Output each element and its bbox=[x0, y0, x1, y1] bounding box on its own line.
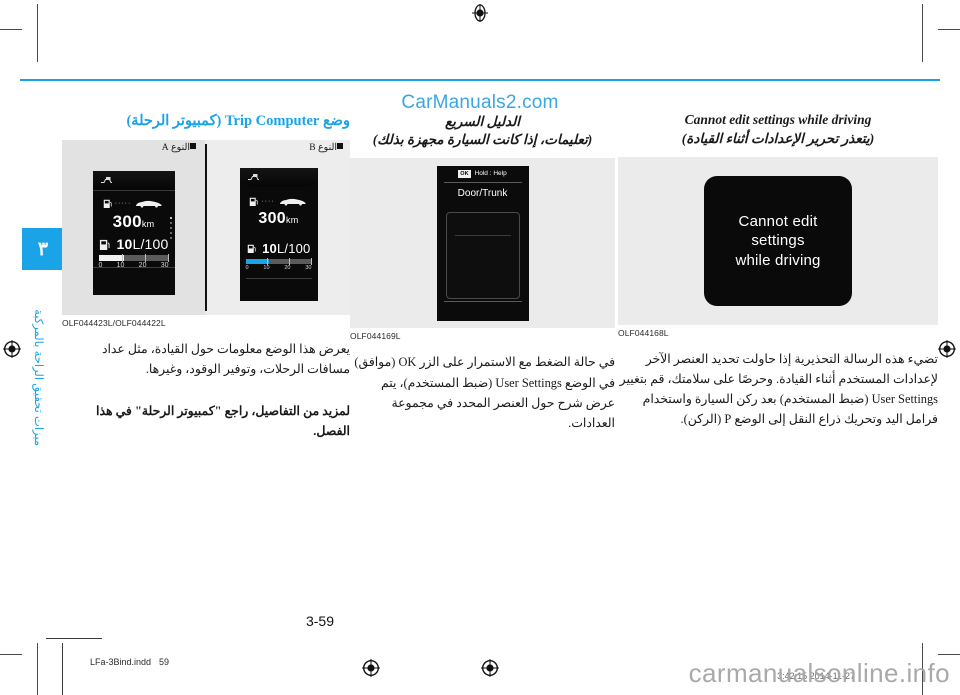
cluster-screen-cannot-edit: Cannot edit settings while driving bbox=[704, 176, 852, 307]
type-a-label: النوع A bbox=[161, 142, 190, 153]
trip-computer-icon bbox=[247, 173, 259, 180]
chapter-label: ميزات تحقيق الراحة بالمركبة bbox=[32, 309, 44, 446]
screen-topbar bbox=[239, 167, 318, 187]
cluster-screen-type-b: ···· 300km 10L/100 0 10 20 30 bbox=[239, 167, 318, 301]
screen-divider bbox=[245, 277, 312, 279]
figure-door-trunk: OK Hold : Help Door/Trunk bbox=[350, 158, 615, 329]
cannot-edit-line-2: settings bbox=[751, 232, 805, 250]
section-heading-trip-computer: وضع Trip Computer (كمبيوتر الرحلة) bbox=[126, 113, 350, 129]
crop-mark-left-edge bbox=[0, 29, 22, 30]
gauge-tick bbox=[289, 257, 291, 265]
column-quick-guide: الدليل السريع (تعليمات، إذا كانت السيارة… bbox=[350, 112, 615, 433]
consumption-value-b: 10 bbox=[262, 240, 277, 256]
indd-filename: LFa-3Bind.indd 59 bbox=[90, 657, 170, 667]
bullet-square-icon bbox=[337, 142, 343, 149]
body-text-trip-computer-1: يعرض هذا الوضع معلومات حول القيادة، مثل … bbox=[101, 341, 350, 376]
chapter-number-tab: ٣ bbox=[22, 228, 64, 270]
gauge-scale-b: 0 10 20 30 bbox=[245, 264, 312, 271]
figure-half-type-b: النوع B ···· 300km 10L/100 0 10 20 30 bbox=[207, 140, 350, 315]
fuel-pump-icon bbox=[250, 197, 258, 206]
figure-half-type-a: النوع A ····· 300km 10L/100 0 10 20 30 bbox=[62, 139, 205, 315]
registration-mark-bottom-center bbox=[362, 659, 380, 677]
figure-trip-computer: النوع B ···· 300km 10L/100 0 10 20 30 ال… bbox=[62, 139, 350, 315]
consumption-unit-a: L/100 bbox=[132, 236, 169, 253]
header-rule bbox=[20, 79, 940, 81]
consumption-unit-b: L/100 bbox=[276, 240, 311, 256]
door-trunk-panel bbox=[445, 211, 520, 299]
body-text-quick-guide: في حالة الضغط مع الاستمرار على الزر OK (… bbox=[354, 355, 615, 430]
crop-mark-right-edge bbox=[938, 29, 960, 30]
hold-help-label: Hold : Help bbox=[474, 170, 507, 178]
cluster-screen-door-trunk: OK Hold : Help Door/Trunk bbox=[436, 165, 529, 321]
crop-mark-bottom-left bbox=[37, 643, 38, 695]
car-icon bbox=[136, 201, 162, 208]
figure-caption: OLF044169L bbox=[350, 331, 401, 342]
gauge-tick bbox=[121, 254, 123, 263]
bullet-square-icon bbox=[190, 142, 196, 149]
registration-mark-right bbox=[938, 340, 956, 358]
column-trip-computer: وضع Trip Computer (كمبيوتر الرحلة) النوع… bbox=[62, 112, 350, 441]
screen-divider bbox=[92, 267, 175, 269]
car-icon bbox=[279, 198, 306, 206]
section-title-ar: (يتعذر تحرير الإعدادات أثناء القيادة) bbox=[681, 130, 875, 146]
cannot-edit-line-1: Cannot edit bbox=[738, 212, 818, 230]
gauge-tick bbox=[167, 254, 169, 263]
fuel-pump-icon bbox=[103, 200, 112, 209]
fuel-pump-icon bbox=[247, 244, 256, 253]
range-unit-a: km bbox=[141, 219, 155, 230]
registration-mark-left bbox=[3, 340, 21, 358]
footer-rule bbox=[46, 638, 102, 639]
body-text-cannot-edit: تضيء هذه الرسالة التحذيرية إذا حاولت تحد… bbox=[619, 352, 938, 427]
chapter-number: ٣ bbox=[37, 238, 49, 260]
registration-mark-bottom-left bbox=[481, 659, 499, 677]
trip-computer-icon bbox=[100, 177, 112, 184]
page-indicator-dots bbox=[169, 217, 172, 240]
gauge-fill bbox=[98, 255, 124, 262]
type-b-label: النوع B bbox=[309, 142, 337, 153]
cannot-edit-line-3: while driving bbox=[735, 251, 821, 269]
cluster-screen-type-a: ····· 300km 10L/100 0 10 20 30 bbox=[92, 171, 175, 296]
consumption-gauge-b: 0 10 20 30 bbox=[245, 257, 312, 271]
registration-mark-top bbox=[471, 4, 489, 22]
range-value-b: 300 bbox=[258, 209, 286, 227]
page-folio: 3-59 bbox=[305, 613, 335, 629]
gauge-tick bbox=[144, 254, 146, 263]
section-title-quick-guide: الدليل السريع bbox=[444, 114, 521, 129]
manual-page: CarManuals2.com ٣ ميزات تحقيق الراحة بال… bbox=[0, 0, 960, 695]
screen-divider bbox=[443, 181, 522, 183]
crop-mark-top-right bbox=[922, 4, 923, 62]
watermark-top: CarManuals2.com bbox=[401, 92, 559, 113]
body-text-trip-computer-2: لمزيد من التفاصيل، راجع "كمبيوتر الرحلة"… bbox=[96, 404, 350, 439]
door-trunk-title: Door/Trunk bbox=[457, 187, 508, 199]
consumption-value-a: 10 bbox=[116, 236, 133, 253]
section-title-en: Cannot edit settings while driving bbox=[684, 112, 872, 127]
range-value-a: 300 bbox=[112, 212, 142, 232]
crop-mark-top-left bbox=[37, 4, 38, 62]
screen-topbar bbox=[92, 171, 175, 192]
gauge-tick bbox=[310, 257, 312, 265]
footer-vertical-rule bbox=[62, 643, 63, 695]
screen-footer-divider bbox=[443, 300, 522, 302]
range-dots: ····· bbox=[114, 200, 132, 208]
range-unit-b: km bbox=[286, 214, 299, 225]
figure-cannot-edit: Cannot edit settings while driving bbox=[618, 157, 938, 326]
figure-caption: OLF044168L bbox=[618, 328, 669, 339]
figure-caption: OLF044423L/OLF044422L bbox=[62, 317, 166, 328]
column-cannot-edit: Cannot edit settings while driving (يتعذ… bbox=[618, 112, 938, 429]
ok-button-chip: OK bbox=[458, 169, 471, 178]
gauge-fill bbox=[245, 258, 270, 264]
fuel-pump-icon bbox=[99, 239, 110, 250]
section-subtitle-quick-guide: (تعليمات، إذا كانت السيارة مجهزة بذلك) bbox=[372, 132, 593, 148]
crop-mark-bottom-hair-right bbox=[938, 654, 960, 655]
crop-mark-bottom-hair bbox=[0, 654, 22, 655]
watermark-bottom: carmanualsonline.info bbox=[688, 658, 950, 688]
gauge-tick bbox=[267, 257, 269, 265]
range-dots: ···· bbox=[261, 197, 275, 205]
